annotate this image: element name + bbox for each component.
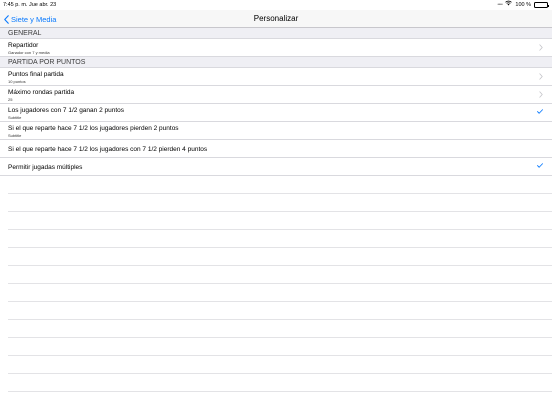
- empty-row-separator: [8, 230, 552, 248]
- row-title: Puntos final partida: [8, 70, 64, 78]
- section-header-general: GENERAL: [0, 28, 552, 39]
- status-time-date: 7:45 p. m. Jue abr. 23: [3, 2, 57, 8]
- status-indicators: •••• 100 %: [497, 0, 549, 10]
- empty-row-separator: [8, 248, 552, 266]
- row-subtitle: 25: [8, 96, 13, 102]
- empty-row-separator: [8, 338, 552, 356]
- row-reparte-pierden-4[interactable]: Si el que reparte hace 7 1/2 los jugador…: [0, 140, 552, 158]
- empty-row-separator: [8, 284, 552, 302]
- empty-row-separator: [8, 212, 552, 230]
- row-title: Máximo rondas partida: [8, 88, 75, 96]
- empty-row-separator: [8, 374, 552, 392]
- chevron-right-icon: [539, 73, 543, 80]
- signal-dots-icon: ••••: [497, 2, 503, 8]
- empty-table-area: [0, 176, 552, 392]
- row-title: Si el que reparte hace 7 1/2 los jugador…: [8, 145, 208, 153]
- navigation-bar: Siete y Media Personalizar: [0, 10, 552, 28]
- row-title: Los jugadores con 7 1/2 ganan 2 puntos: [8, 106, 125, 114]
- checkmark-icon: [537, 163, 543, 168]
- page-title: Personalizar: [253, 14, 299, 23]
- battery-icon: [534, 2, 549, 8]
- battery-percent: 100 %: [515, 2, 531, 8]
- empty-row-separator: [8, 302, 552, 320]
- status-bar: 7:45 p. m. Jue abr. 23 •••• 100 %: [0, 0, 552, 10]
- chevron-right-icon: [539, 91, 543, 98]
- empty-row-separator: [8, 320, 552, 338]
- wifi-icon: [505, 0, 513, 10]
- empty-row-separator: [8, 194, 552, 212]
- empty-row-separator: [8, 356, 552, 374]
- row-puntos-final[interactable]: Puntos final partida 10 puntos: [0, 68, 552, 86]
- settings-table: GENERAL Repartidor Ganador con 7 y media…: [0, 28, 552, 414]
- row-title: Permitir jugadas múltiples: [8, 163, 83, 171]
- row-maximo-rondas[interactable]: Máximo rondas partida 25: [0, 86, 552, 104]
- row-jugadores-ganan[interactable]: Los jugadores con 7 1/2 ganan 2 puntos S…: [0, 104, 552, 122]
- empty-row-separator: [8, 176, 552, 194]
- row-subtitle: Subtitle: [8, 132, 22, 138]
- section-header-partida: PARTIDA POR PUNTOS: [0, 57, 552, 68]
- row-jugadas-multiples[interactable]: Permitir jugadas múltiples: [0, 158, 552, 176]
- row-title: Repartidor: [8, 41, 39, 49]
- row-reparte-pierden-2[interactable]: Si el que reparte hace 7 1/2 los jugador…: [0, 122, 552, 140]
- row-subtitle: Ganador con 7 y media: [8, 49, 50, 55]
- row-title: Si el que reparte hace 7 1/2 los jugador…: [8, 124, 179, 132]
- chevron-right-icon: [539, 44, 543, 51]
- row-repartidor[interactable]: Repartidor Ganador con 7 y media: [0, 39, 552, 57]
- row-subtitle: Subtitle: [8, 114, 22, 120]
- row-subtitle: 10 puntos: [8, 78, 26, 84]
- checkmark-icon: [537, 109, 543, 114]
- empty-row-separator: [8, 266, 552, 284]
